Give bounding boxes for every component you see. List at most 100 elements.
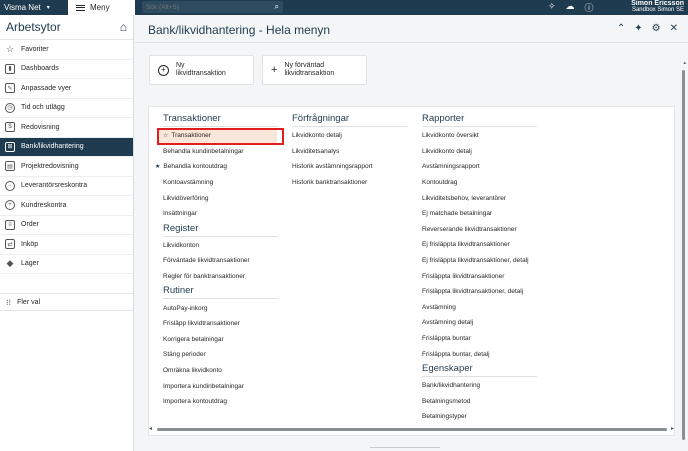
sidebar-header: Arbetsytor ⌂: [0, 15, 133, 40]
menu-link[interactable]: Likvidkonto översikt: [422, 128, 537, 144]
menu-link[interactable]: Bank/likvidhantering: [422, 378, 537, 394]
star-filled-icon[interactable]: ★: [155, 163, 160, 170]
sidebar-item-dashboards[interactable]: ▮ Dashboards: [0, 60, 133, 79]
time-icon: ◷: [5, 102, 15, 113]
menu-link[interactable]: Frisläppta likvidtransaktioner, detalj: [422, 284, 537, 300]
menu-link[interactable]: Kontoavstämning: [163, 175, 278, 191]
vertical-scrollbar[interactable]: [682, 70, 685, 440]
new-cash-transaction-button[interactable]: + Ny likvidtransaktion: [149, 55, 254, 85]
sparkle-icon[interactable]: ✧: [548, 1, 556, 14]
menu-link[interactable]: AutoPay-inkorg: [163, 300, 278, 316]
sidebar-item-leverantorsreskontra[interactable]: − Leverantörsreskontra: [0, 177, 133, 196]
page-title: Bank/likvidhantering - Hela menyn: [148, 23, 331, 37]
section-heading-rutiner: Rutiner: [163, 285, 278, 300]
sidebar-item-inkop[interactable]: ⇄ Inköp: [0, 235, 133, 255]
main-content: Bank/likvidhantering - Hela menyn ⌃ ✦ ⚙ …: [135, 15, 688, 451]
search-input[interactable]: [146, 3, 264, 11]
menu-link[interactable]: Avstämningsrapport: [422, 159, 537, 175]
sidebar-item-label: Redovisning: [21, 123, 60, 131]
section-heading-forfragningar: Förfrågningar: [292, 113, 407, 127]
home-icon[interactable]: ⌂: [120, 20, 127, 34]
sidebar-item-redovisning[interactable]: $ Redovisning: [0, 118, 133, 138]
user-name: Simon Ericsson: [631, 0, 684, 7]
header-divider: [135, 42, 688, 43]
menu-link[interactable]: Insättningar: [163, 206, 278, 222]
menu-link[interactable]: Frisläppta likvidtransaktioner: [422, 268, 537, 284]
menu-link[interactable]: Likvidkonton: [163, 238, 278, 254]
close-icon[interactable]: ✕: [670, 23, 678, 34]
menu-link[interactable]: ★ Behandla kontoutdrag: [155, 159, 278, 175]
more-options-button[interactable]: ⁝⁝ Fler val: [0, 293, 133, 311]
sidebar-item-projektredovisning[interactable]: ▤ Projektredovisning: [0, 157, 133, 177]
menu-link[interactable]: Omräkna likvidkonto: [163, 363, 278, 379]
chat-icon[interactable]: ☁: [566, 1, 575, 14]
sidebar-item-label: Favoriter: [21, 45, 49, 53]
custom-view-icon: ✎: [5, 83, 15, 94]
menu-link[interactable]: Kontoutdrag: [422, 175, 537, 191]
menu-link[interactable]: Likviditetsbehov, leverantörer: [422, 190, 537, 206]
menu-link[interactable]: Regler för banktransaktioner: [163, 269, 278, 285]
sidebar-item-label: Tid och utlägg: [21, 104, 65, 112]
menu-link[interactable]: Ej frisläppta likvidtransaktioner: [422, 237, 537, 253]
menu-link[interactable]: Likviditetsanalys: [292, 144, 407, 160]
menu-link[interactable]: Frisläppta buntar, detalj: [422, 346, 537, 362]
menu-link[interactable]: Frisläppta buntar: [422, 331, 537, 347]
help-icon[interactable]: ⓘ: [585, 1, 594, 14]
horizontal-scrollbar[interactable]: ◂ ▸: [149, 425, 674, 433]
top-icons: ✧ ☁ ⓘ: [548, 1, 594, 14]
scrollbar-thumb[interactable]: [157, 428, 667, 431]
menu-column-1: Transaktioner ☆ Transaktioner Behandla ku…: [155, 113, 284, 410]
menu-link[interactable]: Reverserande likvidtransaktioner: [422, 222, 537, 238]
scroll-up-icon[interactable]: ▴: [683, 60, 686, 66]
menu-link[interactable]: Likvidöverföring: [163, 190, 278, 206]
bottom-edge: [370, 447, 440, 451]
menu-link[interactable]: Förväntade likvidtransaktioner: [163, 253, 278, 269]
new-expected-cash-transaction-button[interactable]: + Ny förväntad likvidtransaktion: [262, 55, 367, 85]
sidebar-item-kundreskontra[interactable]: + Kundreskontra: [0, 196, 133, 216]
minus-circle-icon: −: [5, 180, 15, 191]
menu-link[interactable]: Likvidkonto detalj: [292, 128, 407, 144]
action-label: Ny likvidtransaktion: [176, 62, 226, 77]
menu-column-2: Förfrågningar Likvidkonto detalj Likvidi…: [292, 113, 407, 190]
menu-link[interactable]: Importera kontoutdrag: [163, 394, 278, 410]
collapse-icon[interactable]: ⌃: [617, 23, 625, 34]
sidebar-item-label: Projektredovisning: [21, 162, 79, 170]
header-icons: ⌃ ✦ ⚙ ✕: [617, 23, 678, 34]
inventory-icon: ◆: [6, 258, 14, 269]
menu-link[interactable]: Likvidkonto detalj: [422, 144, 537, 160]
sidebar-item-bank[interactable]: ⊞ Bank/likvidhantering: [0, 137, 133, 157]
menu-link[interactable]: Historik avstämningsrapport: [292, 159, 407, 175]
brand-switcher[interactable]: Visma Net ▾: [0, 0, 68, 15]
pin-icon[interactable]: ✦: [634, 23, 642, 34]
menu-link[interactable]: Betalningstyper: [422, 409, 537, 425]
hamburger-icon: [76, 4, 85, 11]
scroll-left-icon[interactable]: ◂: [149, 425, 152, 432]
sidebar-item-lager[interactable]: ◆ Lager: [0, 255, 133, 274]
sidebar-item-tid-och-utlagg[interactable]: ◷ Tid och utlägg: [0, 99, 133, 118]
menu-link[interactable]: Historik banktransaktioner: [292, 175, 407, 191]
menu-link[interactable]: Behandla kundinbetalningar: [163, 144, 278, 160]
sidebar-item-label: Kundreskontra: [21, 201, 67, 209]
menu-link[interactable]: Avstämning detalj: [422, 315, 537, 331]
sidebar-item-order[interactable]: ≡ Order: [0, 216, 133, 235]
search-box: ⌕: [142, 1, 283, 13]
gear-icon[interactable]: ⚙: [652, 23, 661, 34]
sidebar-item-label: Bank/likvidhantering: [21, 143, 84, 151]
menu-link[interactable]: Importera kundinbetalningar: [163, 378, 278, 394]
menu-link[interactable]: Ej frisläppta likvidtransaktioner, detal…: [422, 253, 537, 269]
user-menu[interactable]: Simon Ericsson Sandbox Simon SE: [622, 0, 684, 14]
sidebar-item-anpassade-vyer[interactable]: ✎ Anpassade vyer: [0, 79, 133, 99]
search-icon[interactable]: ⌕: [275, 2, 279, 12]
menu-link[interactable]: Korrigera betalningar: [163, 332, 278, 348]
scroll-right-icon[interactable]: ▸: [671, 425, 674, 432]
sidebar-item-label: Leverantörsreskontra: [21, 182, 88, 190]
menu-link[interactable]: Stäng perioder: [163, 347, 278, 363]
menu-link[interactable]: Avstämning: [422, 300, 537, 316]
menu-link[interactable]: Frisläpp likvidtransaktioner: [163, 316, 278, 332]
add-transaction-icon: +: [158, 64, 169, 76]
menu-button[interactable]: Meny: [68, 0, 135, 15]
ledger-icon: $: [5, 122, 15, 133]
menu-link[interactable]: Ej matchade betalningar: [422, 206, 537, 222]
menu-link[interactable]: Betalningsmetod: [422, 394, 537, 410]
sidebar-item-favoriter[interactable]: ☆ Favoriter: [0, 40, 133, 60]
